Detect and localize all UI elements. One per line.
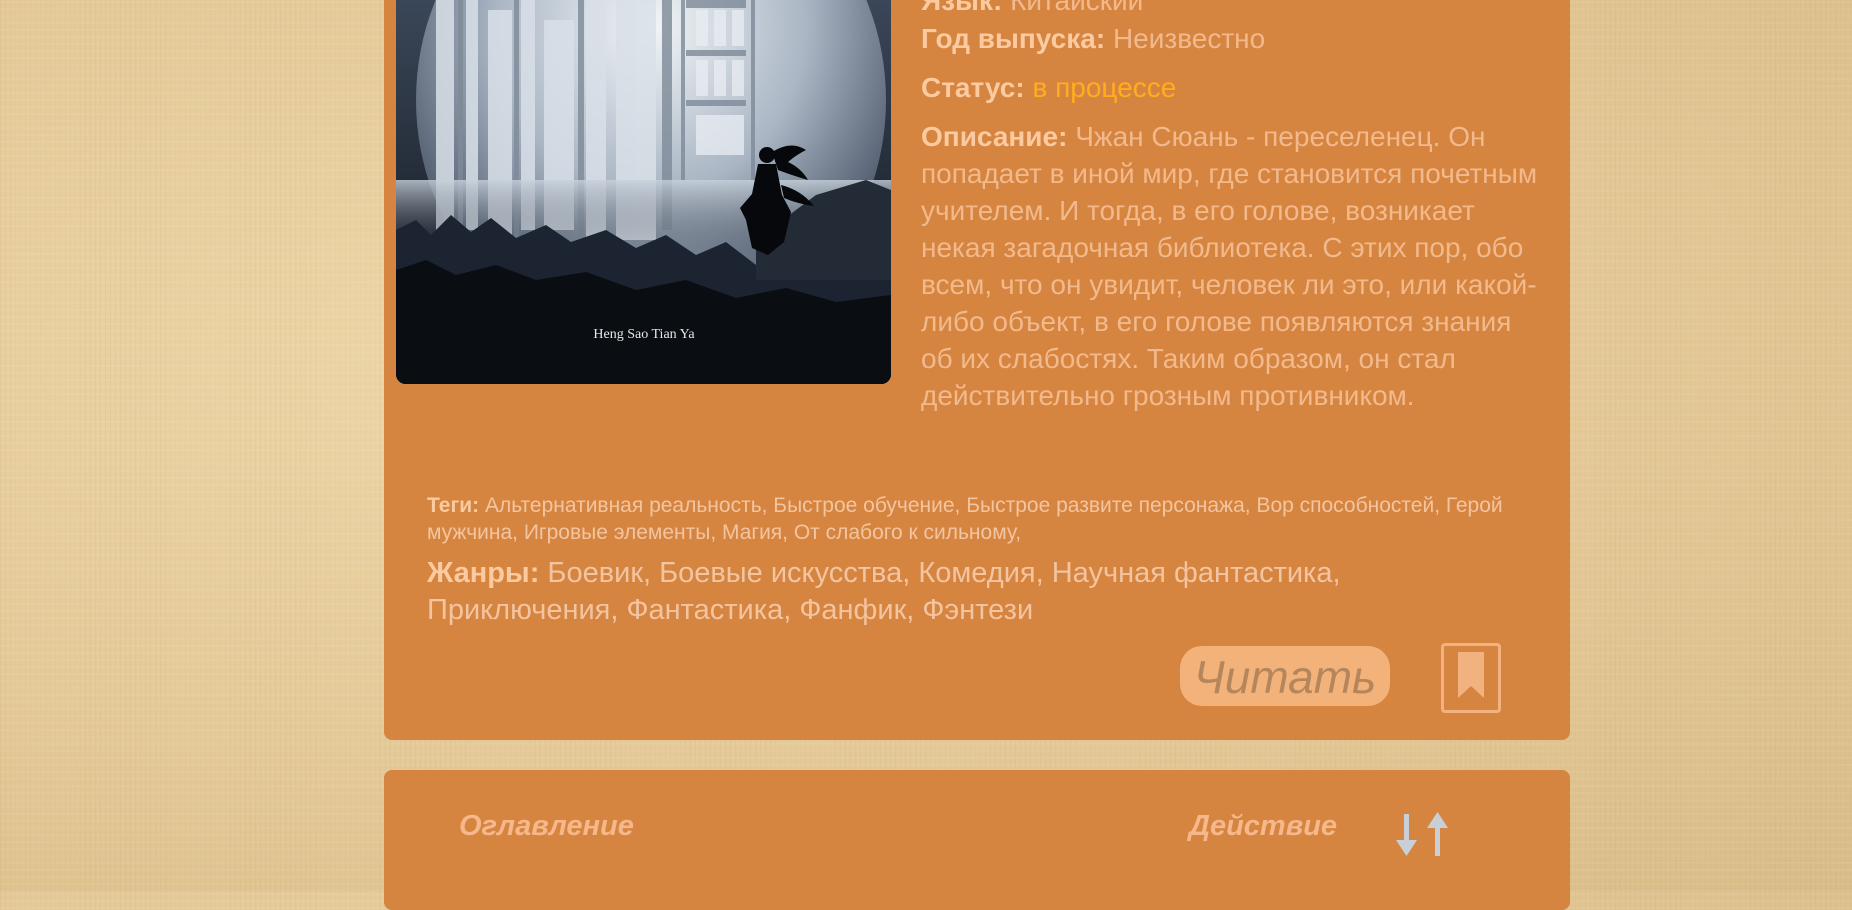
genres-label: Жанры: xyxy=(427,557,540,589)
description-label: Описание: xyxy=(921,121,1068,152)
status-value: в процессе xyxy=(1032,72,1177,103)
read-button[interactable]: Читать xyxy=(1180,646,1390,706)
table-of-contents-card: Оглавление Действие xyxy=(384,770,1570,910)
status-label: Статус: xyxy=(921,72,1025,103)
action-column-header: Действие xyxy=(1189,810,1338,842)
description-text: Чжан Сюань - переселенец. Он попадает в … xyxy=(921,121,1538,411)
bookmark-icon xyxy=(1458,652,1484,698)
language-row: Язык: Китайский xyxy=(921,0,1143,19)
language-label: Язык: xyxy=(921,0,1003,16)
novel-info-card: Heng Sao Tian Ya Язык: Китайский Год вып… xyxy=(384,0,1570,740)
description-row: Описание: Чжан Сюань - переселенец. Он п… xyxy=(921,118,1541,414)
novel-cover-image: Heng Sao Tian Ya xyxy=(396,0,891,384)
language-value: Китайский xyxy=(1010,0,1144,16)
genres-section: Жанры: Боевик, Боевые искусства, Комедия… xyxy=(427,555,1537,629)
year-label: Год выпуска: xyxy=(921,23,1106,54)
status-row: Статус: в процессе xyxy=(921,69,1176,106)
bookmark-button[interactable] xyxy=(1441,643,1501,713)
cover-art: Heng Sao Tian Ya xyxy=(396,0,891,384)
tags-label: Теги: xyxy=(427,494,480,517)
year-row: Год выпуска: Неизвестно xyxy=(921,20,1265,57)
sort-arrows-icon[interactable] xyxy=(1394,810,1452,858)
tags-section: Теги: Альтернативная реальность, Быстрое… xyxy=(427,492,1537,546)
year-value: Неизвестно xyxy=(1112,23,1266,54)
cover-caption: Heng Sao Tian Ya xyxy=(593,327,695,342)
tags-list: Альтернативная реальность, Быстрое обуче… xyxy=(427,494,1503,544)
genres-list: Боевик, Боевые искусства, Комедия, Научн… xyxy=(427,557,1341,626)
toc-title: Оглавление xyxy=(459,810,634,842)
